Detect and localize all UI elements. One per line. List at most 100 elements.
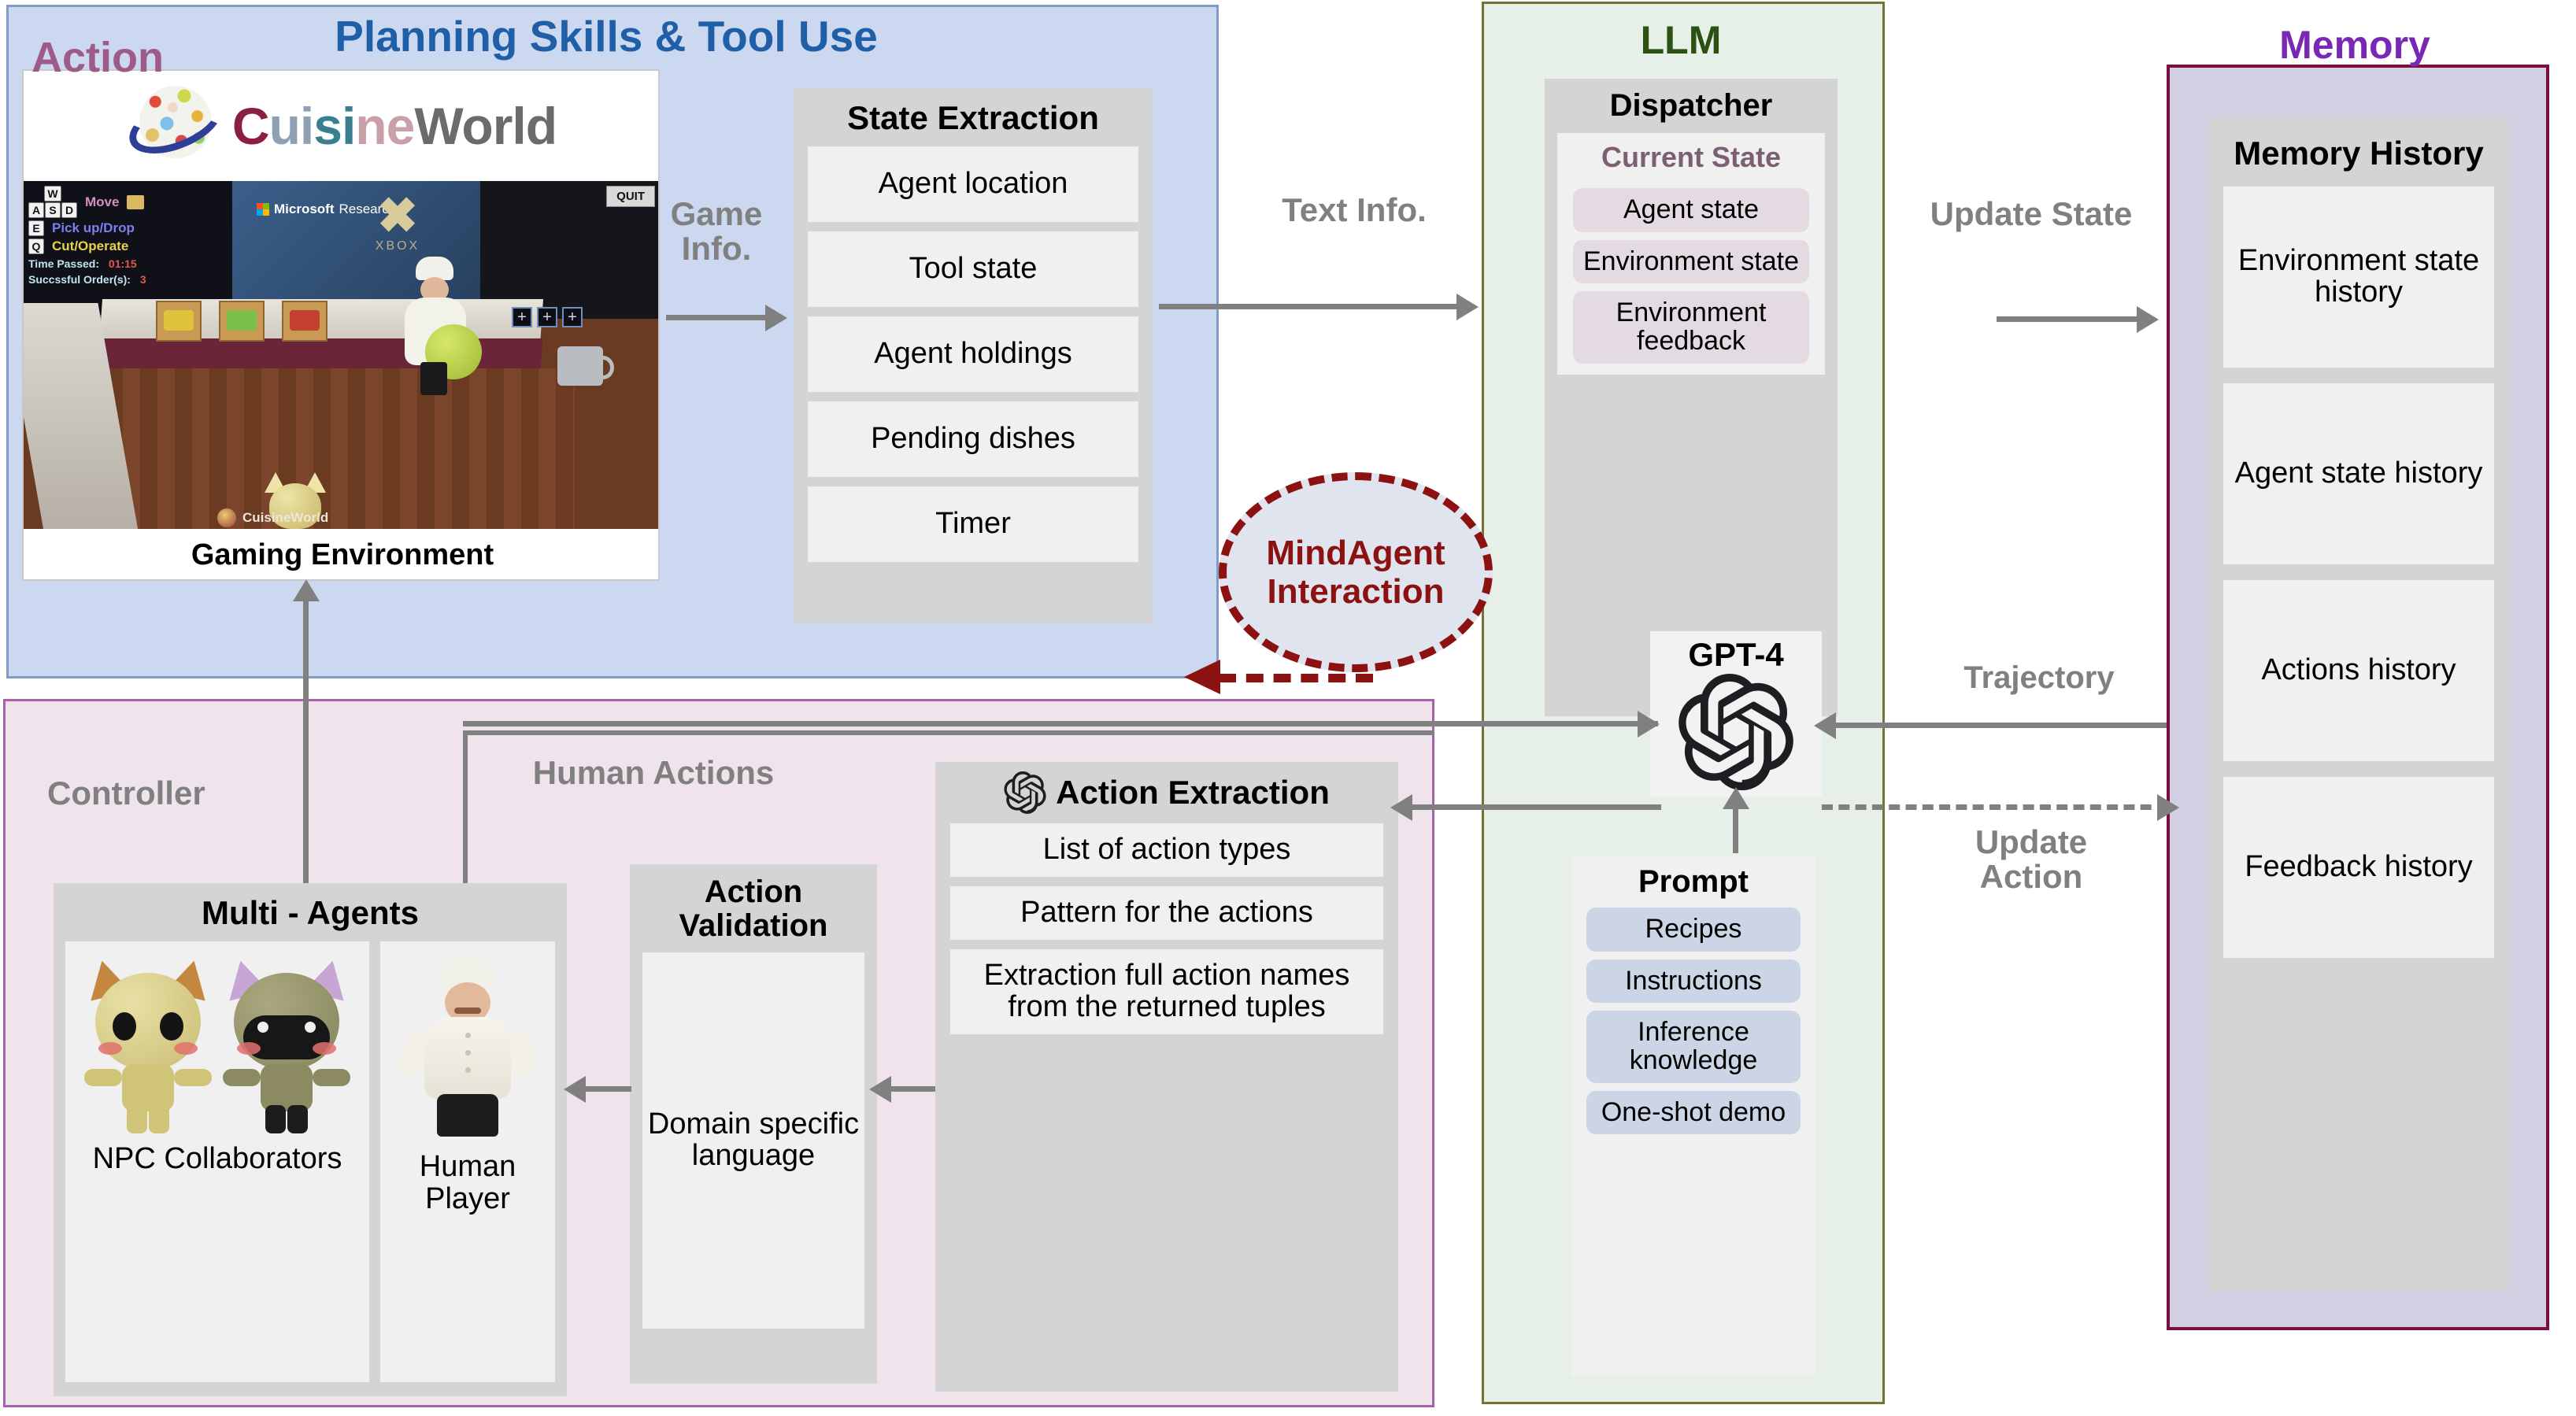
- game-watermark: CuisineWorld: [217, 508, 328, 527]
- gaming-environment-card: CuisineWorld Microsoft Research ✖ XBOX +…: [22, 69, 660, 581]
- human-chef-icon: [395, 954, 540, 1143]
- state-extraction-title: State Extraction: [847, 99, 1099, 136]
- controller-arrow-head: [293, 579, 320, 601]
- controller-label: Controller: [47, 775, 205, 812]
- action-extraction-item-pattern: Pattern for the actions: [950, 885, 1383, 940]
- update-action-arrow-head: [2157, 794, 2179, 821]
- action-validation-panel: Action Validation Domain specific langua…: [630, 864, 877, 1384]
- current-state-group: Current State Agent state Environment st…: [1557, 133, 1825, 375]
- cuisineworld-planet-icon: [120, 81, 231, 172]
- npc-cat-purple-icon: [220, 954, 353, 1135]
- hud-move-row: W A S D Move: [28, 186, 146, 218]
- human-sprite: [395, 954, 540, 1143]
- microsoft-squares-icon: [257, 203, 269, 216]
- game-hud: W A S D Move E Pick up/Drop Q Cut/Operat…: [28, 186, 146, 286]
- logo-part-4: ne: [355, 97, 415, 155]
- hud-timer-label: Time Passed:: [28, 257, 100, 270]
- cuisineworld-logo: CuisineWorld: [24, 71, 658, 181]
- extraction-to-validation-line: [888, 1086, 937, 1092]
- memory-item-environment-state-history: Environment state history: [2223, 187, 2494, 368]
- state-item-tool-state: Tool state: [808, 231, 1138, 307]
- ingredient-crate: [219, 301, 265, 342]
- state-item-agent-holdings: Agent holdings: [808, 316, 1138, 392]
- npc-collaborators-card: NPC Collaborators: [65, 941, 369, 1382]
- action-to-gpt-line: [463, 721, 1658, 726]
- prompt-panel: Prompt Recipes Instructions Inference kn…: [1571, 856, 1815, 1376]
- text-info-arrow-line: [1159, 304, 1460, 309]
- hud-orders: Succssful Order(s): 3: [28, 273, 146, 286]
- mindagent-interaction-label: MindAgent Interaction: [1266, 533, 1445, 611]
- action-extraction-item-list-of-action-types: List of action types: [950, 823, 1383, 877]
- npc-cat-orange-icon: [81, 954, 215, 1135]
- memory-item-actions-history: Actions history: [2223, 580, 2494, 762]
- update-state-arrow-line: [1997, 316, 2140, 322]
- prompt-title: Prompt: [1638, 864, 1749, 899]
- action-panel-title: Action: [31, 34, 164, 81]
- ingredient-crate: [156, 301, 202, 342]
- game-info-label: Game Info.: [670, 195, 763, 268]
- ingredient-crate: [282, 301, 328, 342]
- gpt-to-extraction-line: [1409, 804, 1661, 810]
- gpt4-title: GPT-4: [1688, 636, 1784, 673]
- state-item-timer: Timer: [808, 486, 1138, 562]
- dispatcher-item-environment-feedback: Environment feedback: [1573, 291, 1809, 364]
- action-extraction-panel: Action Extraction List of action types P…: [935, 762, 1398, 1392]
- key-q: Q: [28, 238, 44, 254]
- item-icon: [127, 194, 145, 209]
- update-action-dashed-line: [1822, 804, 2168, 810]
- state-extraction-panel: State Extraction Agent location Tool sta…: [794, 88, 1153, 623]
- action-validation-item-dsl: Domain specific language: [642, 952, 864, 1329]
- hud-orders-value: 3: [139, 273, 146, 286]
- openai-logo-icon: [1004, 771, 1046, 814]
- logo-part-3: si: [313, 97, 356, 155]
- ms-logo-text: Microsoft: [274, 201, 335, 216]
- human-player-caption: Human Player: [419, 1150, 516, 1216]
- hud-pick-label: Pick up/Drop: [52, 220, 135, 235]
- in-game-pot: [557, 346, 614, 386]
- update-state-arrow-head: [2137, 306, 2159, 333]
- human-player-card: Human Player: [380, 941, 555, 1382]
- xbox-logo: ✖ XBOX: [362, 189, 433, 261]
- watermark-planet-icon: [217, 508, 236, 527]
- action-extraction-item-extraction-full-names: Extraction full action names from the re…: [950, 948, 1383, 1034]
- cuisineworld-wordmark: CuisineWorld: [232, 96, 557, 156]
- prompt-item-recipes: Recipes: [1586, 908, 1801, 952]
- mindagent-interaction-callout: MindAgent Interaction: [1219, 472, 1493, 672]
- state-item-agent-location: Agent location: [808, 146, 1138, 222]
- key-w: W: [44, 186, 61, 201]
- hud-pick-row: E Pick up/Drop: [28, 220, 146, 236]
- xbox-x-icon: ✖: [377, 189, 418, 243]
- gpt4-box: GPT-4: [1650, 631, 1822, 797]
- openai-logo-icon: [1678, 674, 1793, 790]
- hud-timer-value: 01:15: [108, 257, 137, 270]
- action-extraction-title: Action Extraction: [1056, 774, 1330, 811]
- logo-part-1: C: [231, 97, 270, 155]
- memory-history-panel: Memory History Environment state history…: [2209, 118, 2508, 1291]
- dispatcher-title: Dispatcher: [1609, 88, 1773, 123]
- key-a: A: [28, 202, 44, 218]
- trajectory-arrow-line: [1834, 723, 2167, 728]
- npc-collaborators-caption: NPC Collaborators: [92, 1142, 342, 1175]
- prompt-item-instructions: Instructions: [1586, 959, 1801, 1004]
- prompt-to-gpt-line: [1733, 803, 1738, 853]
- wasd-keys: W A S D: [28, 186, 77, 218]
- trajectory-arrow-head: [1814, 712, 1836, 739]
- action-extraction-header: Action Extraction: [935, 762, 1398, 814]
- mindagent-arrow-head: [1184, 660, 1220, 694]
- game-screenshot: Microsoft Research ✖ XBOX + + + QUIT W A…: [24, 181, 658, 529]
- action-validation-title: Action Validation: [679, 874, 828, 944]
- prompt-item-inference-knowledge: Inference knowledge: [1586, 1011, 1801, 1083]
- llm-panel-title: LLM: [1640, 18, 1722, 62]
- xbox-logo-text: XBOX: [375, 239, 420, 253]
- memory-history-title: Memory History: [2234, 135, 2484, 172]
- key-d: D: [61, 202, 77, 218]
- npc-sprites: [81, 954, 353, 1135]
- hud-orders-label: Succssful Order(s):: [28, 273, 131, 286]
- dispatcher-item-environment-state: Environment state: [1573, 239, 1809, 284]
- state-item-pending-dishes: Pending dishes: [808, 401, 1138, 477]
- mindagent-tail-line: [1219, 674, 1373, 682]
- extraction-to-validation-arrow-head: [869, 1076, 891, 1103]
- key-s: S: [45, 202, 61, 218]
- dispatcher-panel: Dispatcher Current State Agent state Env…: [1545, 79, 1838, 716]
- action-to-gpt-arrow-head: [1638, 711, 1660, 738]
